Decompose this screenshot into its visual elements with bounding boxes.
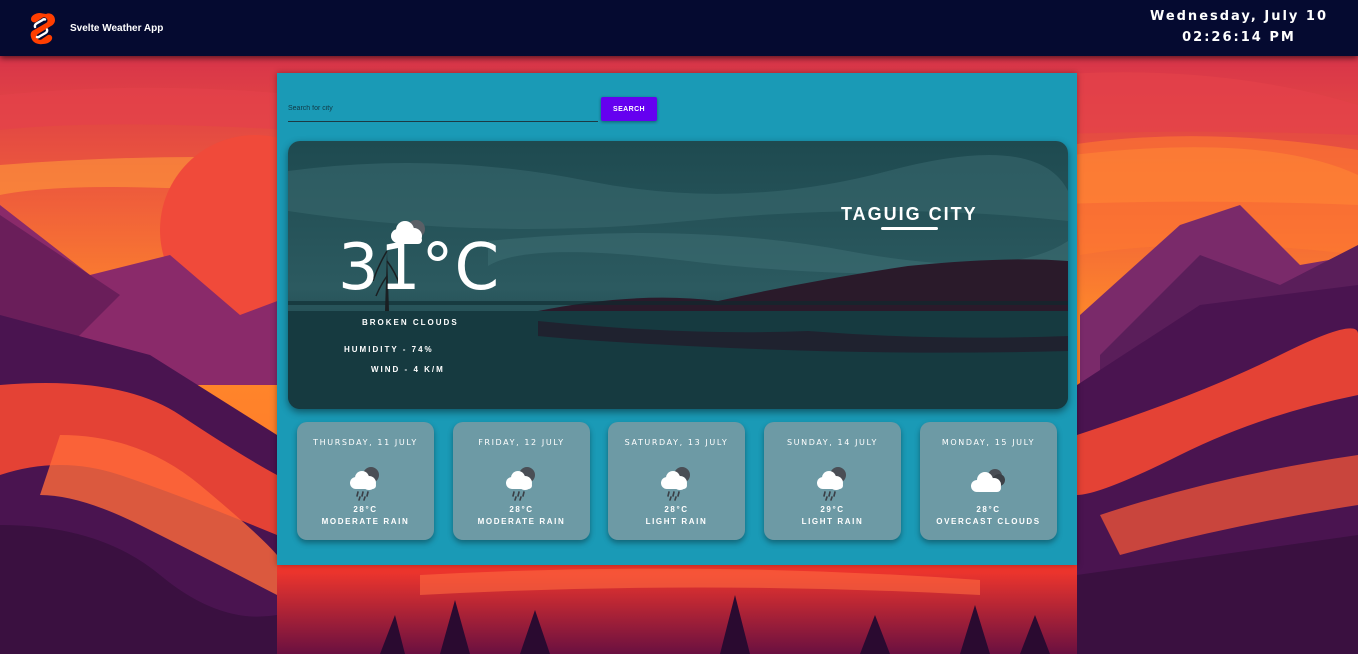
current-wind: WIND - 4 K/M (371, 365, 445, 374)
current-weather-card: 31°C BROKEN CLOUDS HUMIDITY - 74% WIND -… (288, 141, 1068, 409)
rain-cloud-icon (656, 462, 696, 502)
forecast-day: SUNDAY, 14 JULY (787, 438, 878, 447)
forecast-day: FRIDAY, 12 JULY (478, 438, 565, 447)
app-title: Svelte Weather App (70, 22, 164, 34)
forecast-card[interactable]: FRIDAY, 12 JULY 28°C MODERATE RAIN (453, 422, 590, 540)
forecast-condition: OVERCAST CLOUDS (936, 517, 1041, 526)
rain-cloud-icon (812, 462, 852, 502)
current-humidity: HUMIDITY - 74% (344, 345, 434, 354)
forecast-day: SATURDAY, 13 JULY (624, 438, 729, 447)
current-date: Wednesday, July 10 (1149, 9, 1328, 24)
forecast-condition: LIGHT RAIN (645, 517, 708, 526)
forecast-condition: LIGHT RAIN (801, 517, 864, 526)
forecast-temperature: 28°C (976, 505, 1001, 514)
forecast-list: THURSDAY, 11 JULY 28°C MODERATE RAIN FRI… (297, 422, 1057, 542)
forecast-card[interactable]: SUNDAY, 14 JULY 29°C LIGHT RAIN (764, 422, 901, 540)
forecast-condition: MODERATE RAIN (477, 517, 566, 526)
forecast-card[interactable]: MONDAY, 15 JULY 28°C OVERCAST CLOUDS (920, 422, 1057, 540)
current-condition: BROKEN CLOUDS (362, 318, 459, 327)
forecast-temperature: 28°C (509, 505, 534, 514)
datetime-display: Wednesday, July 10 02:26:14 PM (1150, 6, 1328, 48)
weather-panel: SEARCH (277, 73, 1077, 565)
search-bar: SEARCH (288, 95, 657, 122)
forecast-day: THURSDAY, 11 JULY (313, 438, 418, 447)
city-underline (881, 227, 938, 230)
rain-cloud-icon (501, 462, 541, 502)
overcast-clouds-icon (968, 462, 1008, 502)
forecast-card[interactable]: SATURDAY, 13 JULY 28°C LIGHT RAIN (608, 422, 745, 540)
svelte-logo-icon[interactable] (26, 12, 56, 45)
forecast-temperature: 28°C (353, 505, 378, 514)
forecast-card[interactable]: THURSDAY, 11 JULY 28°C MODERATE RAIN (297, 422, 434, 540)
forecast-condition: MODERATE RAIN (321, 517, 410, 526)
city-search-input[interactable] (288, 95, 598, 122)
city-name: TAGUIG CITY (841, 204, 978, 224)
forecast-temperature: 28°C (664, 505, 689, 514)
app-header: Svelte Weather App Wednesday, July 10 02… (0, 0, 1358, 56)
forecast-temperature: 29°C (820, 505, 845, 514)
search-button[interactable]: SEARCH (601, 97, 657, 121)
current-temperature: 31°C (338, 231, 501, 305)
current-time: 02:26:14 PM (1182, 30, 1296, 45)
forecast-day: MONDAY, 15 JULY (941, 438, 1036, 447)
rain-cloud-icon (345, 462, 385, 502)
